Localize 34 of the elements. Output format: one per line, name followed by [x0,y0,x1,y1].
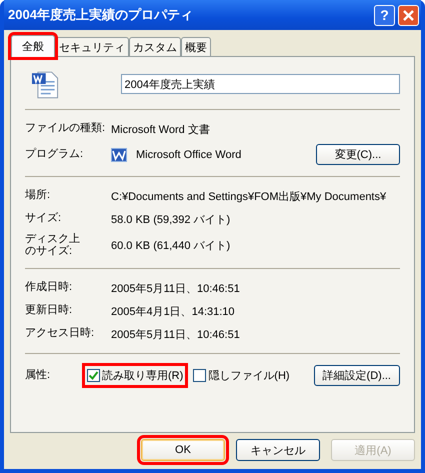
checkbox[interactable]: 読み取り専用(R) [85,366,186,386]
field-label: 場所: [25,190,52,202]
window-title: 2004年度売上実績のプロパティ [8,6,194,24]
field-label: 更新日時: [25,305,74,317]
field-value: 2005年5月11日、10:46:51 [111,282,240,296]
help-button[interactable]: ? [374,4,395,26]
change-button[interactable]: 変更(C)... [316,144,400,165]
dialog-button[interactable]: キャンセル [236,439,320,461]
field-label: ディスク上のサイズ: [25,234,81,258]
tab[interactable]: セキュリティ [55,37,129,56]
field-label: アクセス日時: [25,328,96,340]
advanced-button[interactable]: 詳細設定(D)... [314,365,400,386]
field-value: 60.0 KB (61,440 バイト) [111,239,230,254]
document-icon [31,69,61,99]
close-button[interactable] [398,4,419,26]
word-icon [111,148,127,162]
field-value: 58.0 KB (59,392 バイト) [111,212,230,226]
field-value: Microsoft Word 文書 [111,122,210,136]
field-value: Microsoft Office Word [136,148,242,160]
tab[interactable]: カスタム [129,37,181,56]
checkbox[interactable]: 隠しファイル(H) [191,366,292,386]
field-value: 2005年5月11日、10:46:51 [111,328,240,342]
field-label: ファイルの種類: [25,123,106,135]
field-value: 2005年4月1日、14:31:10 [111,304,235,319]
tab[interactable]: 全般 [11,35,55,57]
file-name-field[interactable]: 2004年度売上実績 [120,74,400,94]
field-label: 作成日時: [25,282,74,294]
tab[interactable]: 概要 [181,37,211,56]
field-label: プログラム: [25,148,84,160]
field-value: C:¥Documents and Settings¥FOM出版¥My Documents¥ [111,190,386,204]
field-label: サイズ: [25,213,62,225]
field-label: 属性: [25,370,52,382]
close-icon [402,8,415,22]
check-icon [88,370,99,382]
